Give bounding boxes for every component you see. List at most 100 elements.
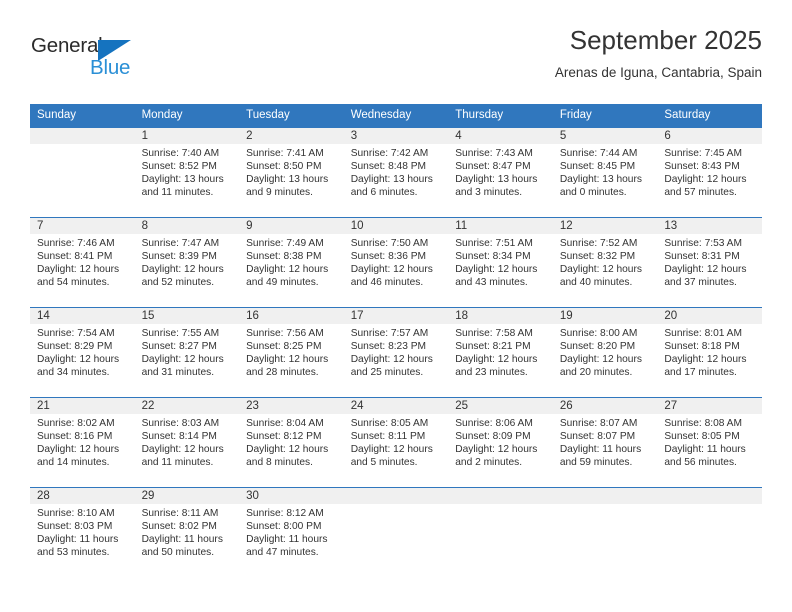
day-cell[interactable]: 25 Sunrise: 8:06 AM Sunset: 8:09 PM Dayligh… [448,397,553,487]
day-number: 24 [343,397,449,414]
day-cell[interactable]: 30 Sunrise: 8:12 AM Sunset: 8:00 PM Dayligh… [239,487,344,574]
daylight-text-line1: Daylight: 12 hours [246,444,329,456]
sunrise-text: Sunrise: 7:43 AM [455,147,533,159]
daylight-text-line1: Daylight: 13 hours [350,174,433,186]
day-cell[interactable]: 2 Sunrise: 7:41 AM Sunset: 8:50 PM Daylight… [239,127,344,217]
sunrise-text: Sunrise: 7:50 AM [350,237,429,249]
day-cell[interactable]: 28 Sunrise: 8:10 AM Sunset: 8:03 PM Dayligh… [30,487,135,574]
calendar-cell: 29 Sunrise: 8:11 AM Sunset: 8:02 PM Dayligh… [134,486,240,574]
day-number [448,487,553,504]
calendar-week-row: 7 Sunrise: 7:46 AM Sunset: 8:41 PM Daylight… [30,216,762,308]
sunrise-text: Sunrise: 7:58 AM [455,327,533,339]
sunset-text: Sunset: 8:23 PM [350,341,427,352]
daylight-text-line2: and 3 minutes. [455,187,523,199]
day-cell[interactable]: 24 Sunrise: 8:05 AM Sunset: 8:11 PM Dayligh… [343,397,449,487]
day-sun-info: Sunrise: 7:57 AM Sunset: 8:23 PM Daylight:… [344,324,449,380]
day-sun-info: Sunrise: 7:43 AM Sunset: 8:47 PM Daylight:… [448,144,553,200]
day-sun-info: Sunrise: 7:40 AM Sunset: 8:52 PM Daylight:… [135,144,240,200]
day-cell[interactable]: 7 Sunrise: 7:46 AM Sunset: 8:41 PM Daylight… [30,217,135,307]
calendar-cell: 27 Sunrise: 8:08 AM Sunset: 8:05 PM Dayligh… [657,396,762,488]
daylight-text-line1: Daylight: 12 hours [141,444,224,456]
daylight-text-line2: and 34 minutes. [37,367,110,379]
sunrise-text: Sunrise: 8:00 AM [559,327,638,339]
day-cell[interactable]: 18 Sunrise: 7:58 AM Sunset: 8:21 PM Dayligh… [448,307,553,397]
sunrise-text: Sunrise: 7:47 AM [141,237,220,249]
day-cell[interactable]: 6 Sunrise: 7:45 AM Sunset: 8:43 PM Daylight… [657,127,762,217]
daylight-text-line1: Daylight: 12 hours [37,354,120,366]
day-cell[interactable]: 22 Sunrise: 8:03 AM Sunset: 8:14 PM Dayligh… [134,397,240,487]
daylight-text-line1: Daylight: 12 hours [141,264,224,276]
day-cell[interactable]: 13 Sunrise: 7:53 AM Sunset: 8:31 PM Dayligh… [657,217,762,307]
day-cell[interactable]: 9 Sunrise: 7:49 AM Sunset: 8:38 PM Daylight… [239,217,344,307]
day-cell[interactable]: 5 Sunrise: 7:44 AM Sunset: 8:45 PM Daylight… [552,127,658,217]
calendar-cell: 7 Sunrise: 7:46 AM Sunset: 8:41 PM Daylight… [30,216,135,308]
daylight-text-line1: Daylight: 11 hours [246,534,328,546]
page-subtitle: Arenas de Iguna, Cantabria, Spain [554,64,762,80]
day-cell[interactable]: 20 Sunrise: 8:01 AM Sunset: 8:18 PM Dayligh… [657,307,762,397]
daylight-text-line1: Daylight: 11 hours [559,444,642,456]
calendar-cell: 2 Sunrise: 7:41 AM Sunset: 8:50 PM Daylight… [239,127,344,218]
daylight-text-line2: and 11 minutes. [141,187,214,199]
daylight-text-line1: Daylight: 12 hours [455,264,538,276]
calendar-cell: 23 Sunrise: 8:04 AM Sunset: 8:12 PM Dayligh… [239,396,344,488]
day-number: 26 [552,397,658,414]
daylight-text-line2: and 25 minutes. [350,367,424,379]
day-cell[interactable]: 26 Sunrise: 8:07 AM Sunset: 8:07 PM Dayligh… [552,397,658,487]
calendar-cell: 19 Sunrise: 8:00 AM Sunset: 8:20 PM Dayligh… [552,306,658,398]
calendar-cell [343,486,449,574]
sunset-text: Sunset: 8:43 PM [664,161,740,172]
day-sun-info: Sunrise: 7:46 AM Sunset: 8:41 PM Daylight:… [30,234,135,290]
day-cell[interactable]: 21 Sunrise: 8:02 AM Sunset: 8:16 PM Dayligh… [30,397,135,487]
day-sun-info: Sunrise: 8:06 AM Sunset: 8:09 PM Daylight:… [448,414,553,470]
day-sun-info: Sunrise: 8:11 AM Sunset: 8:02 PM Daylight:… [135,504,240,560]
day-cell[interactable]: 17 Sunrise: 7:57 AM Sunset: 8:23 PM Dayligh… [343,307,449,397]
calendar-cell: 8 Sunrise: 7:47 AM Sunset: 8:39 PM Daylight… [134,216,240,308]
calendar-cell: 13 Sunrise: 7:53 AM Sunset: 8:31 PM Dayligh… [657,216,762,308]
day-sun-info: Sunrise: 8:00 AM Sunset: 8:20 PM Daylight:… [553,324,658,380]
sunset-text: Sunset: 8:36 PM [350,251,427,262]
daylight-text-line2: and 47 minutes. [246,547,319,559]
day-number: 12 [552,217,658,234]
day-cell[interactable]: 15 Sunrise: 7:55 AM Sunset: 8:27 PM Dayligh… [134,307,240,397]
day-cell[interactable]: 10 Sunrise: 7:50 AM Sunset: 8:36 PM Dayligh… [343,217,449,307]
day-cell-empty [343,487,449,574]
sunrise-text: Sunrise: 8:02 AM [37,417,115,429]
day-cell[interactable]: 19 Sunrise: 8:00 AM Sunset: 8:20 PM Dayligh… [552,307,658,397]
calendar-cell: 20 Sunrise: 8:01 AM Sunset: 8:18 PM Dayligh… [657,306,762,398]
sunrise-text: Sunrise: 8:12 AM [246,507,324,519]
day-sun-info: Sunrise: 7:49 AM Sunset: 8:38 PM Daylight:… [239,234,344,290]
daylight-text-line2: and 11 minutes. [141,457,214,469]
day-cell[interactable]: 16 Sunrise: 7:56 AM Sunset: 8:25 PM Dayligh… [239,307,344,397]
day-number: 27 [657,397,762,414]
calendar-cell: 10 Sunrise: 7:50 AM Sunset: 8:36 PM Dayligh… [343,216,449,308]
day-cell[interactable]: 23 Sunrise: 8:04 AM Sunset: 8:12 PM Dayligh… [239,397,344,487]
day-cell[interactable]: 11 Sunrise: 7:51 AM Sunset: 8:34 PM Dayligh… [448,217,553,307]
day-sun-info: Sunrise: 7:55 AM Sunset: 8:27 PM Daylight:… [135,324,240,380]
daylight-text-line1: Daylight: 12 hours [664,174,747,186]
sunset-text: Sunset: 8:27 PM [141,341,217,352]
daylight-text-line2: and 54 minutes. [37,277,110,289]
day-cell[interactable]: 4 Sunrise: 7:43 AM Sunset: 8:47 PM Daylight… [448,127,553,217]
day-sun-info: Sunrise: 7:50 AM Sunset: 8:36 PM Daylight:… [344,234,449,290]
day-cell[interactable]: 14 Sunrise: 7:54 AM Sunset: 8:29 PM Dayligh… [30,307,135,397]
day-cell[interactable]: 12 Sunrise: 7:52 AM Sunset: 8:32 PM Dayligh… [552,217,658,307]
day-cell[interactable]: 1 Sunrise: 7:40 AM Sunset: 8:52 PM Daylight… [134,127,240,217]
daylight-text-line1: Daylight: 12 hours [37,444,120,456]
weekday-header-friday: Friday [552,104,658,128]
day-cell[interactable]: 27 Sunrise: 8:08 AM Sunset: 8:05 PM Dayligh… [657,397,762,487]
sunset-text: Sunset: 8:09 PM [455,431,531,442]
calendar-cell: 18 Sunrise: 7:58 AM Sunset: 8:21 PM Dayligh… [448,306,553,398]
calendar-week-row: 1 Sunrise: 7:40 AM Sunset: 8:52 PM Daylight… [30,127,762,218]
day-cell[interactable]: 8 Sunrise: 7:47 AM Sunset: 8:39 PM Daylight… [134,217,240,307]
sunset-text: Sunset: 8:12 PM [246,431,322,442]
title-block: September 2025 Arenas de Iguna, Cantabri… [554,25,762,81]
day-cell-empty [448,487,553,574]
daylight-text-line1: Daylight: 12 hours [664,354,747,366]
day-number: 7 [30,217,135,234]
calendar-cell: 5 Sunrise: 7:44 AM Sunset: 8:45 PM Daylight… [552,127,658,218]
day-cell[interactable]: 3 Sunrise: 7:42 AM Sunset: 8:48 PM Daylight… [343,127,449,217]
sunset-text: Sunset: 8:41 PM [37,251,113,262]
daylight-text-line2: and 56 minutes. [664,457,737,469]
day-cell[interactable]: 29 Sunrise: 8:11 AM Sunset: 8:02 PM Dayligh… [134,487,240,574]
daylight-text-line1: Daylight: 13 hours [455,174,538,186]
